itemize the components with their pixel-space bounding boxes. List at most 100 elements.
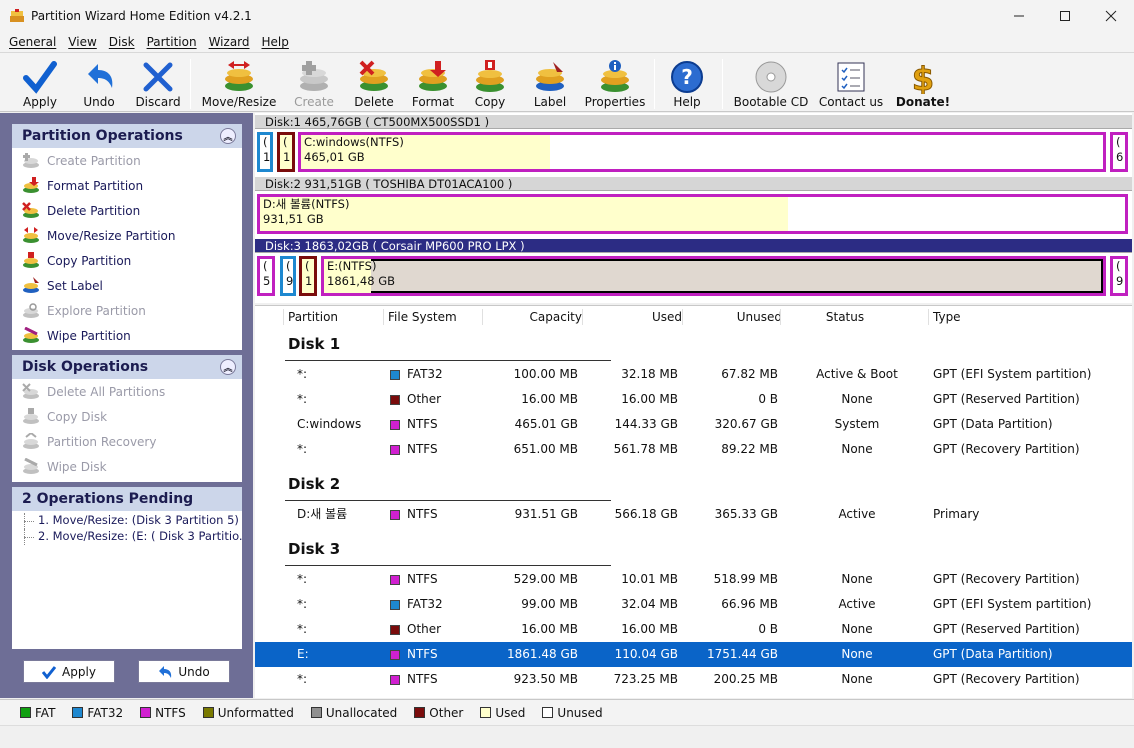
column-header-type[interactable]: Type: [933, 306, 1123, 328]
table-row[interactable]: *: Other 16.00 MB 16.00 MB 0 B None GPT (Reser…: [255, 617, 1132, 642]
table-row[interactable]: *: NTFS 529.00 MB 10.01 MB 518.99 MB None GPT …: [255, 567, 1132, 592]
column-separator[interactable]: [928, 309, 929, 325]
op-set-label[interactable]: Set Label: [12, 273, 242, 298]
disk1-partition-recovery[interactable]: (6: [1110, 132, 1128, 172]
copy-partition-icon: [476, 60, 504, 92]
minimize-button[interactable]: [996, 0, 1042, 32]
op-explore-partition[interactable]: Explore Partition: [12, 298, 242, 323]
table-row[interactable]: *: Other 16.00 MB 16.00 MB 0 B None GPT (Reser…: [255, 387, 1132, 412]
op-format-partition[interactable]: Format Partition: [12, 173, 242, 198]
undo-button[interactable]: Undo: [76, 57, 122, 109]
disk-group-header[interactable]: Disk 1: [288, 332, 340, 356]
maximize-button[interactable]: [1042, 0, 1088, 32]
close-button[interactable]: [1088, 0, 1134, 32]
menu-disk[interactable]: Disk: [103, 35, 141, 49]
menu-view[interactable]: View: [62, 35, 102, 49]
table-row[interactable]: D:새 볼륨 NTFS 931.51 GB 566.18 GB 365.33 GB Act…: [255, 502, 1132, 527]
collapse-icon[interactable]: ︽: [220, 128, 236, 144]
cell-capacity: 99.00 MB: [521, 597, 578, 611]
op-copy-disk[interactable]: Copy Disk: [12, 404, 242, 429]
column-header-partition[interactable]: Partition: [288, 306, 378, 328]
disk3-partition-e[interactable]: E:(NTFS) 1861,48 GB: [321, 256, 1106, 296]
menu-bar: General View Disk Partition Wizard Help: [0, 32, 1134, 52]
pending-item[interactable]: 1. Move/Resize: (Disk 3 Partition 5): [12, 513, 242, 529]
disk3-partition-recovery-b[interactable]: (9: [1110, 256, 1128, 296]
column-header-file-system[interactable]: File System: [388, 306, 478, 328]
disk2-partition-d[interactable]: D:새 볼륨(NTFS) 931,51 GB: [257, 194, 1128, 234]
column-separator[interactable]: [780, 309, 781, 325]
table-row[interactable]: *: FAT32 100.00 MB 32.18 MB 67.82 MB Active &…: [255, 362, 1132, 387]
apply-label: Apply: [62, 664, 96, 679]
apply-button[interactable]: Apply: [16, 57, 64, 109]
menu-help[interactable]: Help: [256, 35, 295, 49]
table-row[interactable]: *: NTFS 651.00 MB 561.78 MB 89.22 MB None GPT …: [255, 437, 1132, 462]
disk3-partition-reserved[interactable]: (1: [299, 256, 317, 296]
bootable-cd-button[interactable]: Bootable CD: [734, 57, 808, 109]
disk-group-header[interactable]: Disk 2: [288, 472, 340, 496]
op-delete-all-partitions[interactable]: Delete All Partitions: [12, 379, 242, 404]
op-wipe-partition[interactable]: Wipe Partition: [12, 323, 242, 348]
collapse-icon[interactable]: ︽: [220, 359, 236, 375]
op-delete-partition[interactable]: Delete Partition: [12, 198, 242, 223]
move-resize-button[interactable]: Move/Resize: [200, 57, 278, 109]
disk1-partition-c[interactable]: C:windows(NTFS) 465,01 GB: [298, 132, 1106, 172]
menu-general[interactable]: General: [3, 35, 62, 49]
disk2-header[interactable]: Disk:2 931,51GB ( TOSHIBA DT01ACA100 ): [255, 177, 1132, 191]
legend-swatch: [480, 707, 492, 718]
contact-us-button[interactable]: Contact us: [818, 57, 884, 109]
cell-status: None: [841, 442, 873, 456]
create-button[interactable]: Create: [292, 57, 336, 109]
column-header-unused[interactable]: Unused: [687, 306, 782, 328]
partition-text: (: [283, 135, 288, 149]
cell-partition: C:windows: [297, 417, 362, 431]
column-separator[interactable]: [682, 309, 683, 325]
column-separator[interactable]: [482, 309, 483, 325]
disk-group-header[interactable]: Disk 3: [288, 537, 340, 561]
disk3-header[interactable]: Disk:3 1863,02GB ( Corsair MP600 PRO LPX…: [255, 239, 1132, 253]
cell-capacity: 16.00 MB: [521, 622, 578, 636]
column-header-used[interactable]: Used: [587, 306, 682, 328]
menu-wizard[interactable]: Wizard: [203, 35, 256, 49]
legend-item: Other: [414, 706, 463, 720]
label-button[interactable]: Label: [528, 57, 572, 109]
format-button[interactable]: Format: [410, 57, 456, 109]
op-copy-partition[interactable]: Copy Partition: [12, 248, 242, 273]
disk3-partition-efi[interactable]: (9: [280, 256, 296, 296]
disk-operations-header[interactable]: Disk Operations ︽: [12, 355, 242, 379]
op-wipe-disk[interactable]: Wipe Disk: [12, 454, 242, 479]
op-create-partition[interactable]: Create Partition: [12, 148, 242, 173]
menu-partition[interactable]: Partition: [141, 35, 203, 49]
table-row[interactable]: *: NTFS 923.50 MB 723.25 MB 200.25 MB None GPT…: [255, 667, 1132, 692]
table-row[interactable]: E: NTFS 1861.48 GB 110.04 GB 1751.44 GB None G…: [255, 642, 1132, 667]
cell-status: System: [834, 417, 880, 431]
disk1-partition-reserved[interactable]: (1: [277, 132, 295, 172]
disk1-partition-efi[interactable]: (1: [257, 132, 273, 172]
move-resize-icon: [23, 226, 39, 243]
table-row[interactable]: *: FAT32 99.00 MB 32.04 MB 66.96 MB Active GPT…: [255, 592, 1132, 617]
op-partition-recovery[interactable]: Partition Recovery: [12, 429, 242, 454]
pending-item[interactable]: 2. Move/Resize: (E: ( Disk 3 Partitio...: [12, 529, 242, 545]
column-separator[interactable]: [383, 309, 384, 325]
column-header-status[interactable]: Status: [785, 306, 905, 328]
table-row[interactable]: C:windows NTFS 465.01 GB 144.33 GB 320.67 GB…: [255, 412, 1132, 437]
discard-button[interactable]: Discard: [134, 57, 182, 109]
op-move-resize-partition[interactable]: Move/Resize Partition: [12, 223, 242, 248]
column-separator[interactable]: [582, 309, 583, 325]
left-undo-button[interactable]: Undo: [138, 660, 230, 683]
column-header-capacity[interactable]: Capacity: [487, 306, 582, 328]
partition-text: (: [1116, 135, 1121, 149]
column-separator[interactable]: [283, 309, 284, 325]
pending-operations-header: 2 Operations Pending: [12, 487, 242, 511]
disk1-header[interactable]: Disk:1 465,76GB ( CT500MX500SSD1 ): [255, 115, 1132, 129]
apply-label: Apply: [23, 95, 57, 109]
properties-button[interactable]: Properties: [584, 57, 646, 109]
copy-button[interactable]: Copy: [468, 57, 512, 109]
help-button[interactable]: ? Help: [666, 57, 708, 109]
donate-button[interactable]: $ Donate!: [894, 57, 952, 109]
disk-group-divider: [285, 500, 611, 501]
disk3-partition-recovery-a[interactable]: (5: [257, 256, 275, 296]
delete-button[interactable]: Delete: [352, 57, 396, 109]
partition-operations-header[interactable]: Partition Operations ︽: [12, 124, 242, 148]
op-label: Explore Partition: [47, 303, 146, 318]
left-apply-button[interactable]: Apply: [23, 660, 115, 683]
